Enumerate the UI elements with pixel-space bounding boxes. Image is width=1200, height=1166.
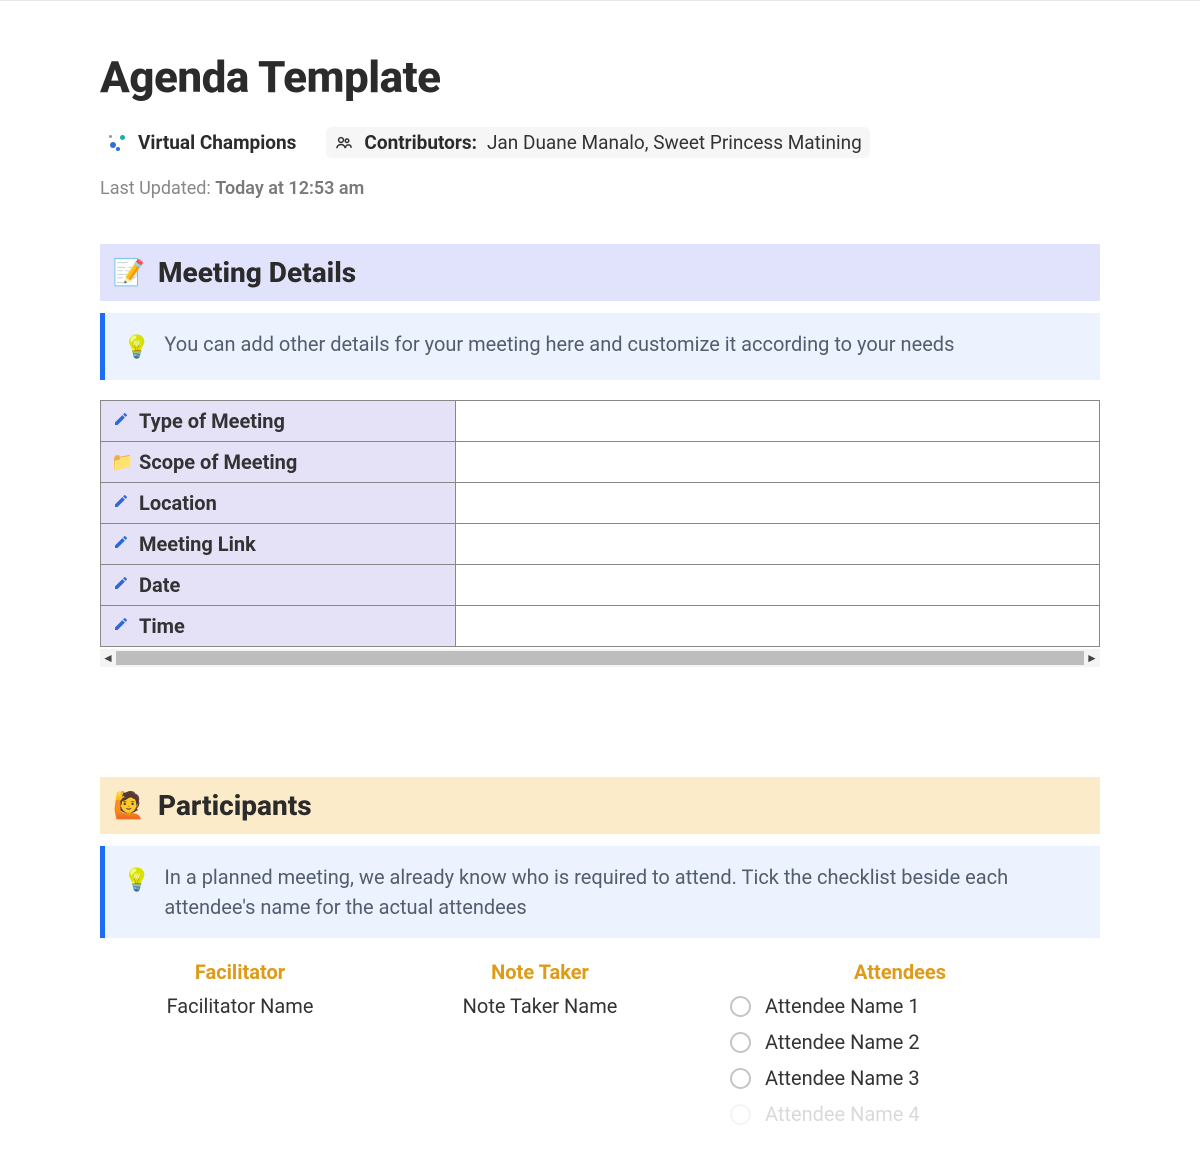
org-chip[interactable]: Virtual Champions [100, 127, 304, 158]
attendee-name[interactable]: Attendee Name 4 [765, 1102, 920, 1126]
bulb-icon: 💡 [123, 331, 150, 364]
detail-value-cell[interactable] [456, 401, 1100, 442]
attendee-name[interactable]: Attendee Name 1 [765, 994, 920, 1018]
contributors-chip[interactable]: Contributors: Jan Duane Manalo, Sweet Pr… [326, 127, 869, 158]
people-icon [334, 133, 354, 153]
last-updated-value: Today at 12:53 am [215, 178, 364, 199]
table-row: Time [101, 606, 1100, 647]
table-row: Meeting Link [101, 524, 1100, 565]
org-name: Virtual Champions [138, 131, 296, 154]
detail-row-label: Scope of Meeting [139, 450, 297, 474]
page-content: Agenda Template Virtual Champions Contri… [0, 1, 1200, 1166]
detail-label-cell: Time [101, 606, 456, 647]
attendee-item: Attendee Name 4 [730, 1102, 1100, 1126]
folder-icon: 📁 [111, 452, 131, 473]
attendee-checkbox[interactable] [730, 996, 751, 1017]
page-title: Agenda Template [100, 51, 1100, 103]
detail-label-cell: Date [101, 565, 456, 606]
attendees-header: Attendees [700, 960, 1100, 984]
pencil-icon [111, 493, 131, 514]
detail-row-label: Type of Meeting [139, 409, 285, 433]
scroll-left-arrow-icon[interactable]: ◄ [100, 651, 116, 665]
attendee-item: Attendee Name 3 [730, 1066, 1100, 1090]
attendee-name[interactable]: Attendee Name 3 [765, 1066, 920, 1090]
bulb-icon: 💡 [123, 864, 150, 897]
detail-label-cell: Location [101, 483, 456, 524]
pencil-icon [111, 534, 131, 555]
org-logo-icon [108, 133, 128, 153]
detail-value-cell[interactable] [456, 565, 1100, 606]
facilitator-header: Facilitator [100, 960, 380, 984]
table-row: 📁 Scope of Meeting [101, 442, 1100, 483]
attendee-item: Attendee Name 1 [730, 994, 1100, 1018]
meeting-details-table: Type of Meeting 📁 Scope of Meeting Location… [100, 400, 1100, 647]
attendee-name[interactable]: Attendee Name 2 [765, 1030, 920, 1054]
detail-value-cell[interactable] [456, 442, 1100, 483]
scroll-right-arrow-icon[interactable]: ► [1084, 651, 1100, 665]
contributors-label: Contributors: [364, 131, 477, 154]
table-row: Location [101, 483, 1100, 524]
meeting-details-header: 📝 Meeting Details [100, 244, 1100, 301]
detail-row-label: Date [139, 573, 180, 597]
note-taker-value[interactable]: Note Taker Name [400, 994, 680, 1126]
detail-row-label: Location [139, 491, 217, 515]
detail-value-cell[interactable] [456, 606, 1100, 647]
attendee-checkbox[interactable] [730, 1104, 751, 1125]
pencil-icon [111, 575, 131, 596]
last-updated: Last Updated: Today at 12:53 am [100, 178, 1100, 199]
participants-heading: Participants [158, 789, 312, 822]
attendee-checkbox[interactable] [730, 1032, 751, 1053]
detail-label-cell: Meeting Link [101, 524, 456, 565]
last-updated-label: Last Updated: [100, 178, 211, 199]
scrollbar-track[interactable] [116, 651, 1084, 665]
detail-label-cell: 📁 Scope of Meeting [101, 442, 456, 483]
memo-icon: 📝 [114, 258, 144, 288]
meta-row: Virtual Champions Contributors: Jan Duan… [100, 127, 1100, 158]
note-taker-header: Note Taker [400, 960, 680, 984]
facilitator-value[interactable]: Facilitator Name [100, 994, 380, 1126]
meeting-details-callout-text: You can add other details for your meeti… [164, 329, 954, 359]
contributors-value: Jan Duane Manalo, Sweet Princess Matinin… [487, 131, 862, 154]
participants-callout-text: In a planned meeting, we already know wh… [164, 862, 1082, 922]
raising-hand-icon: 🙋 [114, 791, 144, 821]
participants-grid: Facilitator Note Taker Attendees Facilit… [100, 960, 1100, 1126]
meeting-details-callout: 💡 You can add other details for your mee… [100, 313, 1100, 380]
participants-callout: 💡 In a planned meeting, we already know … [100, 846, 1100, 938]
pencil-icon [111, 411, 131, 432]
detail-row-label: Time [139, 614, 185, 638]
detail-label-cell: Type of Meeting [101, 401, 456, 442]
table-row: Type of Meeting [101, 401, 1100, 442]
table-row: Date [101, 565, 1100, 606]
attendee-checkbox[interactable] [730, 1068, 751, 1089]
attendee-list: Attendee Name 1 Attendee Name 2 Attendee N… [700, 994, 1100, 1126]
detail-row-label: Meeting Link [139, 532, 256, 556]
detail-value-cell[interactable] [456, 524, 1100, 565]
attendee-item: Attendee Name 2 [730, 1030, 1100, 1054]
horizontal-scrollbar[interactable]: ◄ ► [100, 649, 1100, 667]
pencil-icon [111, 616, 131, 637]
detail-value-cell[interactable] [456, 483, 1100, 524]
meeting-details-heading: Meeting Details [158, 256, 356, 289]
participants-header: 🙋 Participants [100, 777, 1100, 834]
